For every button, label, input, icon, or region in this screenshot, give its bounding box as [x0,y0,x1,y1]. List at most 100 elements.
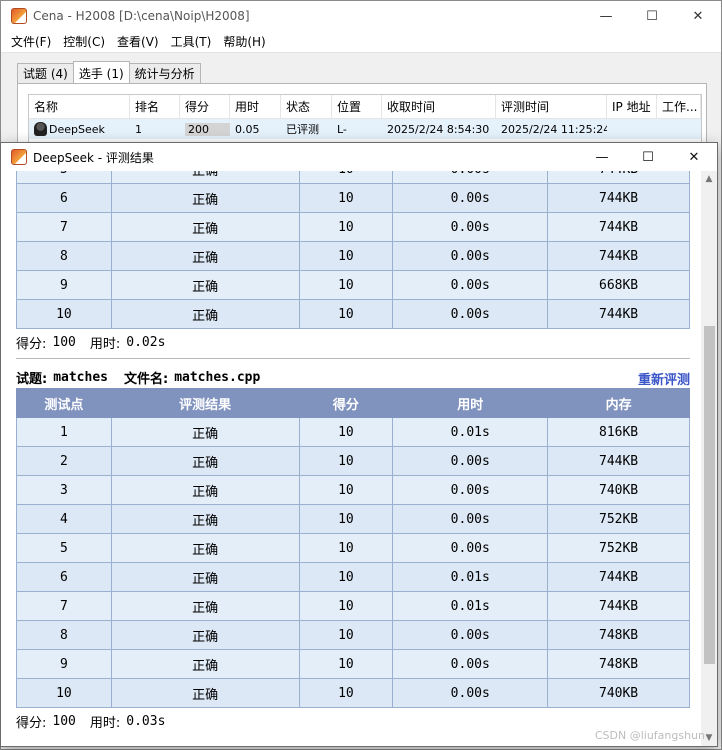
header-testcase: 测试点 [16,388,112,418]
cell-time: 0.00s [392,446,549,476]
column-header-score[interactable]: 得分 [180,95,230,118]
current-score-label: 得分: [16,715,47,731]
column-header-judged[interactable]: 评测时间 [496,95,607,118]
section-divider [16,358,690,359]
current-summary: 得分: 100 用时: 0.03s [16,708,690,734]
column-header-work[interactable]: 工作... [657,95,701,118]
cell-result: 正确 [110,678,300,708]
cell-memory: 752KB [547,533,690,563]
column-header-received[interactable]: 收取时间 [382,95,496,118]
contestant-name: DeepSeek [49,122,105,136]
scrollbar-thumb[interactable] [704,326,715,664]
cell-id: 9 [16,270,112,300]
table-row: 4 正确 10 0.00s 752KB [16,504,690,534]
main-titlebar: Cena - H2008 [D:\cena\Noip\H2008] — ☐ ✕ [1,1,721,31]
cell-id: 8 [16,241,112,271]
result-minimize-button[interactable]: — [579,143,625,171]
menu-tools[interactable]: 工具(T) [165,33,218,50]
column-header-ip[interactable]: IP 地址 [607,95,657,118]
menu-help[interactable]: 帮助(H) [217,33,271,50]
rejudge-link[interactable]: 重新评测 [638,369,690,388]
column-header-status[interactable]: 状态 [281,95,332,118]
contestant-work [657,119,701,139]
main-minimize-button[interactable]: — [583,1,629,31]
cell-result: 正确 [110,171,300,184]
cell-result: 正确 [110,562,300,592]
previous-score-label: 得分: [16,336,47,352]
previous-score-value: 100 [52,334,76,350]
column-header-position[interactable]: 位置 [332,95,382,118]
previous-result-table: 5正确100.00s744KB6正确100.00s744KB7正确100.00s… [16,171,690,329]
column-header-rank[interactable]: 排名 [130,95,180,118]
current-time-value: 0.03s [126,713,166,729]
contestant-name-cell: DeepSeek [29,119,130,139]
contestant-avatar-icon [34,122,47,136]
cell-score: 10 [298,562,394,592]
result-close-button[interactable]: ✕ [671,143,717,171]
cell-time: 0.00s [392,183,549,213]
scroll-up-icon[interactable]: ▲ [701,171,717,187]
cell-id: 7 [16,591,112,621]
cell-score: 10 [298,620,394,650]
contestant-score-cell: 200 [180,119,230,139]
cell-memory: 748KB [547,649,690,679]
menu-control[interactable]: 控制(C) [57,33,111,50]
menu-bar: 文件(F) 控制(C) 查看(V) 工具(T) 帮助(H) [1,31,721,53]
result-scrollbar[interactable]: ▲ ▼ [701,171,717,746]
cell-result: 正确 [110,591,300,621]
table-row: 7 正确 10 0.00s 744KB [16,212,690,242]
cell-score: 10 [298,678,394,708]
tab-statistics[interactable]: 统计与分析 [128,63,201,83]
cell-memory: 740KB [547,475,690,505]
file-name: matches.cpp [174,369,261,385]
cell-id: 9 [16,649,112,679]
cell-id: 1 [16,417,112,447]
contestant-row[interactable]: DeepSeek 1 200 0.05 已评测 L- 2025/2/24 8:5… [29,119,701,139]
cell-memory: 740KB [547,678,690,708]
cell-time: 0.00s [392,299,549,329]
current-score-value: 100 [52,713,76,729]
table-row: 9 正确 10 0.00s 748KB [16,649,690,679]
cell-result: 正确 [110,649,300,679]
column-header-time[interactable]: 用时 [230,95,281,118]
tab-problems[interactable]: 试题 (4) [17,63,74,83]
menu-view[interactable]: 查看(V) [111,33,165,50]
table-row: 10 正确 10 0.00s 740KB [16,678,690,708]
cell-time: 0.00s [392,504,549,534]
main-maximize-button[interactable]: ☐ [629,1,675,31]
column-header-name[interactable]: 名称 [29,95,130,118]
tab-contestants[interactable]: 选手 (1) [72,61,130,84]
table-row: 10 正确 10 0.00s 744KB [16,299,690,329]
problem-header: 试题: matches 文件名: matches.cpp 重新评测 [16,367,690,389]
cell-id: 2 [16,446,112,476]
main-window-title: Cena - H2008 [D:\cena\Noip\H2008] [33,9,250,23]
cell-score: 10 [298,533,394,563]
current-time-label: 用时: [89,715,121,731]
cell-score: 10 [298,299,394,329]
cell-id: 4 [16,504,112,534]
contestant-time: 0.05 [235,122,260,136]
main-close-button[interactable]: ✕ [675,1,721,31]
watermark: CSDN @liufangshun [594,729,705,742]
contestant-list: 名称 排名 得分 用时 状态 位置 收取时间 评测时间 IP 地址 工作... … [28,94,702,144]
cell-id: 6 [16,183,112,213]
cell-id: 8 [16,620,112,650]
cell-time: 0.00s [392,475,549,505]
cell-result: 正确 [110,241,300,271]
problem-label: 试题: [16,371,48,387]
menu-file[interactable]: 文件(F) [5,33,57,50]
result-maximize-button[interactable]: ☐ [625,143,671,171]
cell-memory: 744KB [547,299,690,329]
table-row: 8 正确 10 0.00s 744KB [16,241,690,271]
previous-time-label: 用时: [89,336,121,352]
cell-id: 3 [16,475,112,505]
cell-time: 0.00s [392,649,549,679]
header-score: 得分 [298,388,394,418]
table-row: 8 正确 10 0.00s 748KB [16,620,690,650]
cell-result: 正确 [110,299,300,329]
result-table-header: 测试点 评测结果 得分 用时 内存 [16,388,690,418]
cell-id: 7 [16,212,112,242]
cell-score: 10 [298,270,394,300]
previous-time-value: 0.02s [126,334,166,350]
cell-score: 10 [298,504,394,534]
